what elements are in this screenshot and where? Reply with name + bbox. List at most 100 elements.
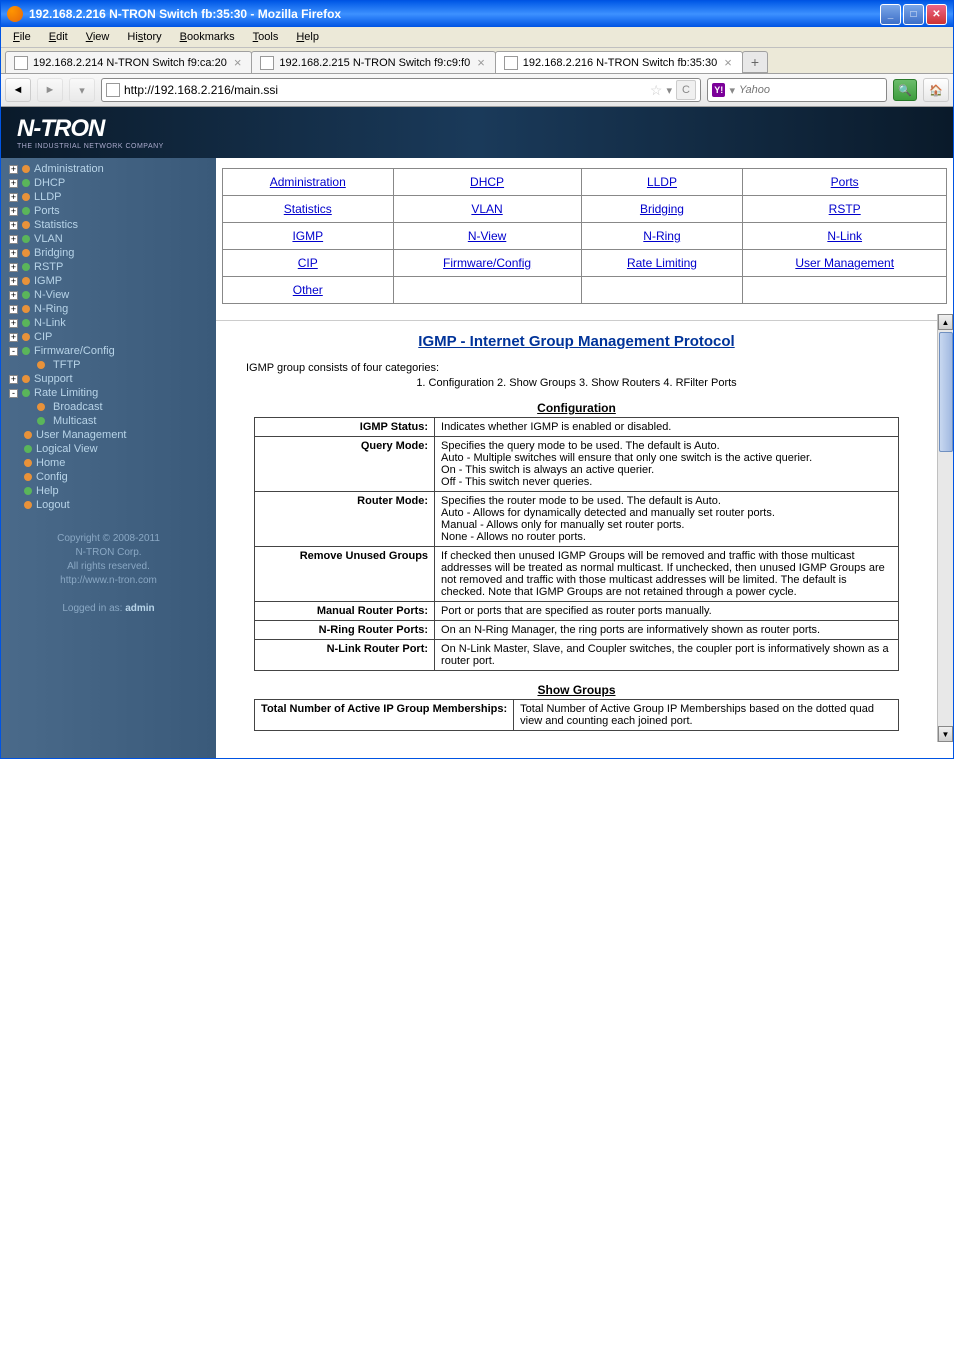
- tree-toggle-icon[interactable]: -: [9, 347, 18, 356]
- tree-toggle-icon[interactable]: +: [9, 263, 18, 272]
- reload-button[interactable]: C: [676, 80, 696, 100]
- menu-view[interactable]: View: [78, 29, 118, 45]
- sidebar-item-broadcast[interactable]: Broadcast: [37, 400, 208, 414]
- url-input[interactable]: [124, 83, 646, 97]
- close-button[interactable]: ✕: [926, 4, 947, 25]
- tab-close-icon[interactable]: ×: [232, 55, 244, 70]
- sidebar-item-ports[interactable]: +Ports: [9, 204, 208, 218]
- recent-button[interactable]: ▾: [69, 78, 95, 102]
- new-tab-button[interactable]: +: [742, 51, 768, 73]
- sidebar-item-n-ring[interactable]: +N-Ring: [9, 302, 208, 316]
- sidebar-item-igmp[interactable]: +IGMP: [9, 274, 208, 288]
- tab-1[interactable]: 192.168.2.215 N-TRON Switch f9:c9:f0 ×: [251, 51, 495, 73]
- tab-2[interactable]: 192.168.2.216 N-TRON Switch fb:35:30 ×: [495, 51, 743, 73]
- menu-edit[interactable]: Edit: [41, 29, 76, 45]
- tree-toggle-icon[interactable]: +: [9, 249, 18, 258]
- sidebar-item-statistics[interactable]: +Statistics: [9, 218, 208, 232]
- sidebar-item-label: RSTP: [34, 261, 63, 273]
- sidebar-item-tftp[interactable]: TFTP: [37, 358, 208, 372]
- sidebar-item-bridging[interactable]: + Bridging: [9, 246, 208, 260]
- sidebar-item-n-view[interactable]: +N-View: [9, 288, 208, 302]
- search-input[interactable]: [739, 84, 882, 96]
- menu-file[interactable]: File: [5, 29, 39, 45]
- scroll-up-button[interactable]: ▲: [938, 314, 953, 330]
- nav-link-rstp[interactable]: RSTP: [829, 202, 861, 216]
- url-bar[interactable]: ☆ ▾ C: [101, 78, 701, 102]
- sidebar-item-label: CIP: [34, 331, 52, 343]
- search-bar[interactable]: Y! ▾: [707, 78, 887, 102]
- nav-link-ports[interactable]: Ports: [831, 175, 859, 189]
- nav-link-igmp[interactable]: IGMP: [292, 229, 323, 243]
- sidebar-item-vlan[interactable]: +VLAN: [9, 232, 208, 246]
- nav-link-firmware-config[interactable]: Firmware/Config: [443, 256, 531, 270]
- nav-link-grid: Administration DHCP LLDP Ports Statistics VLA…: [222, 168, 947, 304]
- tree-toggle-icon[interactable]: +: [9, 221, 18, 230]
- tab-close-icon[interactable]: ×: [722, 55, 734, 70]
- table-row: Query Mode:Specifies the query mode to b…: [255, 437, 899, 492]
- sidebar-item-dhcp[interactable]: +DHCP: [9, 176, 208, 190]
- menu-bookmarks[interactable]: Bookmarks: [172, 29, 243, 45]
- sidebar-item-n-link[interactable]: +N-Link: [9, 316, 208, 330]
- dropdown-icon[interactable]: ▾: [729, 84, 735, 97]
- bullet-icon: [22, 165, 30, 173]
- bookmark-star-icon[interactable]: ☆: [650, 82, 663, 99]
- tree-toggle-icon[interactable]: +: [9, 319, 18, 328]
- nav-link-other[interactable]: Other: [293, 283, 323, 297]
- home-button[interactable]: 🏠: [923, 78, 949, 102]
- tree-toggle-icon[interactable]: +: [9, 165, 18, 174]
- tree-toggle-icon[interactable]: -: [9, 389, 18, 398]
- page-icon: [106, 83, 120, 97]
- sidebar-item-multicast[interactable]: Multicast: [37, 414, 208, 428]
- tab-0[interactable]: 192.168.2.214 N-TRON Switch f9:ca:20 ×: [5, 51, 252, 73]
- minimize-button[interactable]: _: [880, 4, 901, 25]
- ntron-link[interactable]: http://www.n-tron.com: [60, 575, 157, 586]
- tree-toggle-icon[interactable]: +: [9, 207, 18, 216]
- tree-toggle-icon[interactable]: +: [9, 179, 18, 188]
- sidebar-item-rstp[interactable]: + RSTP: [9, 260, 208, 274]
- sidebar-item-logout[interactable]: Logout: [9, 498, 208, 512]
- nav-link-n-view[interactable]: N-View: [468, 229, 506, 243]
- nav-link-cip[interactable]: CIP: [298, 256, 318, 270]
- scroll-down-button[interactable]: ▼: [938, 726, 953, 742]
- sidebar-item-help[interactable]: Help: [9, 484, 208, 498]
- scroll-thumb[interactable]: [939, 332, 953, 452]
- sidebar-item-config[interactable]: Config: [9, 470, 208, 484]
- sidebar-item-administration[interactable]: +Administration: [9, 162, 208, 176]
- dropdown-icon[interactable]: ▾: [666, 84, 672, 97]
- vertical-scrollbar[interactable]: ▲ ▼: [937, 314, 953, 742]
- sidebar-item-user-management[interactable]: User Management: [9, 428, 208, 442]
- nav-link-statistics[interactable]: Statistics: [284, 202, 332, 216]
- menu-history[interactable]: History: [119, 29, 169, 45]
- search-go-button[interactable]: 🔍: [893, 79, 917, 101]
- sidebar-item-rate-limiting[interactable]: -Rate Limiting: [9, 386, 208, 400]
- tree-toggle-icon[interactable]: +: [9, 277, 18, 286]
- sidebar-item-lldp[interactable]: +LLDP: [9, 190, 208, 204]
- tab-close-icon[interactable]: ×: [475, 55, 487, 70]
- sidebar-item-logical-view[interactable]: Logical View: [9, 442, 208, 456]
- nav-link-dhcp[interactable]: DHCP: [470, 175, 504, 189]
- nav-link-rate-limiting[interactable]: Rate Limiting: [627, 256, 697, 270]
- nav-link-user-management[interactable]: User Management: [795, 256, 894, 270]
- tree-toggle-icon[interactable]: +: [9, 291, 18, 300]
- tree-toggle-icon[interactable]: +: [9, 235, 18, 244]
- tree-toggle-icon[interactable]: +: [9, 333, 18, 342]
- sidebar-item-cip[interactable]: + CIP: [9, 330, 208, 344]
- menu-help[interactable]: Help: [288, 29, 327, 45]
- nav-link-lldp[interactable]: LLDP: [647, 175, 677, 189]
- nav-link-bridging[interactable]: Bridging: [640, 202, 684, 216]
- tree-toggle-icon[interactable]: +: [9, 193, 18, 202]
- back-button[interactable]: ◄: [5, 78, 31, 102]
- sidebar-item-home[interactable]: Home: [9, 456, 208, 470]
- sidebar-item-label: Bridging: [34, 247, 74, 259]
- nav-link-administration[interactable]: Administration: [270, 175, 346, 189]
- tree-toggle-icon[interactable]: +: [9, 375, 18, 384]
- sidebar-item-support[interactable]: +Support: [9, 372, 208, 386]
- nav-link-n-link[interactable]: N-Link: [827, 229, 862, 243]
- tree-toggle-icon[interactable]: +: [9, 305, 18, 314]
- maximize-button[interactable]: □: [903, 4, 924, 25]
- nav-link-n-ring[interactable]: N-Ring: [643, 229, 680, 243]
- menu-tools[interactable]: Tools: [245, 29, 287, 45]
- forward-button[interactable]: ►: [37, 78, 63, 102]
- sidebar-item-firmware-config[interactable]: -Firmware/Config: [9, 344, 208, 358]
- nav-link-vlan[interactable]: VLAN: [471, 202, 502, 216]
